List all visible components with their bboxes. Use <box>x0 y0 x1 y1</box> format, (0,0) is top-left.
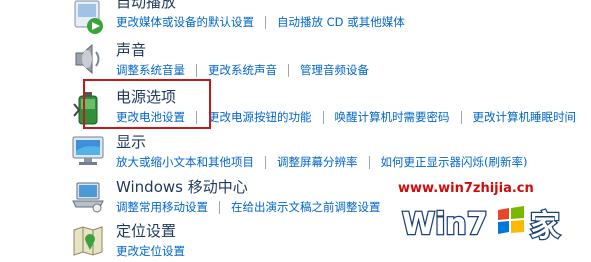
link-separator <box>219 201 220 214</box>
link-require-password-wake[interactable]: 唤醒计算机时需要密码 <box>335 110 450 124</box>
mobility-center-links: 调整常用移动设置 在给出演示文稿之前调整设置 <box>116 200 381 214</box>
link-change-sounds[interactable]: 更改系统声音 <box>208 63 277 77</box>
win7-home-logo: Win7 家 <box>401 206 562 246</box>
link-separator <box>368 156 370 169</box>
link-adjust-volume[interactable]: 调整系统音量 <box>116 63 185 77</box>
link-change-sleep-time[interactable]: 更改计算机睡眠时间 <box>473 110 577 124</box>
category-title-display[interactable]: 显示 <box>116 133 146 151</box>
link-change-media-defaults[interactable]: 更改媒体或设备的默认设置 <box>116 15 254 29</box>
autoplay-links: 更改媒体或设备的默认设置 自动播放 CD 或其他媒体 <box>116 15 405 29</box>
speaker-icon[interactable] <box>70 41 106 77</box>
link-separator <box>460 111 462 124</box>
link-separator <box>265 16 266 29</box>
link-text-size[interactable]: 放大或缩小文本和其他项目 <box>116 155 254 169</box>
link-adjust-mobility-settings[interactable]: 调整常用移动设置 <box>116 200 208 214</box>
svg-text:家: 家 <box>530 209 560 244</box>
category-title-location-settings[interactable]: 定位设置 <box>116 222 176 240</box>
laptop-icon[interactable] <box>70 178 106 214</box>
category-title-sound[interactable]: 声音 <box>116 41 146 59</box>
link-separator <box>265 156 266 169</box>
watermark-url: www.win7zhijia.cn <box>398 181 534 196</box>
link-separator <box>288 64 289 77</box>
link-separator <box>196 64 197 77</box>
display-links: 放大或缩小文本和其他项目 调整屏幕分辨率 如何更正显示器闪烁(刷新率) <box>116 155 527 169</box>
location-map-icon[interactable] <box>70 222 106 258</box>
sound-links: 调整系统音量 更改系统声音 管理音频设备 <box>116 63 369 77</box>
link-presentation-settings[interactable]: 在给出演示文稿之前调整设置 <box>231 200 381 214</box>
link-change-power-button[interactable]: 更改电源按钮的功能 <box>208 110 312 124</box>
link-autoplay-cd[interactable]: 自动播放 CD 或其他媒体 <box>277 15 405 29</box>
link-separator <box>322 111 324 124</box>
location-settings-links: 更改定位设置 <box>116 244 185 258</box>
link-manage-audio-devices[interactable]: 管理音频设备 <box>300 63 369 77</box>
link-screen-resolution[interactable]: 调整屏幕分辨率 <box>277 155 358 169</box>
monitor-icon[interactable] <box>70 133 106 169</box>
autoplay-icon[interactable] <box>70 0 106 35</box>
red-highlight-box <box>83 79 211 129</box>
category-title-mobility-center[interactable]: Windows 移动中心 <box>116 178 248 196</box>
link-refresh-rate[interactable]: 如何更正显示器闪烁(刷新率) <box>381 155 528 169</box>
link-change-location-settings[interactable]: 更改定位设置 <box>116 244 185 258</box>
category-title-autoplay[interactable]: 自动播放 <box>116 0 176 11</box>
svg-text:Win7: Win7 <box>402 207 488 242</box>
